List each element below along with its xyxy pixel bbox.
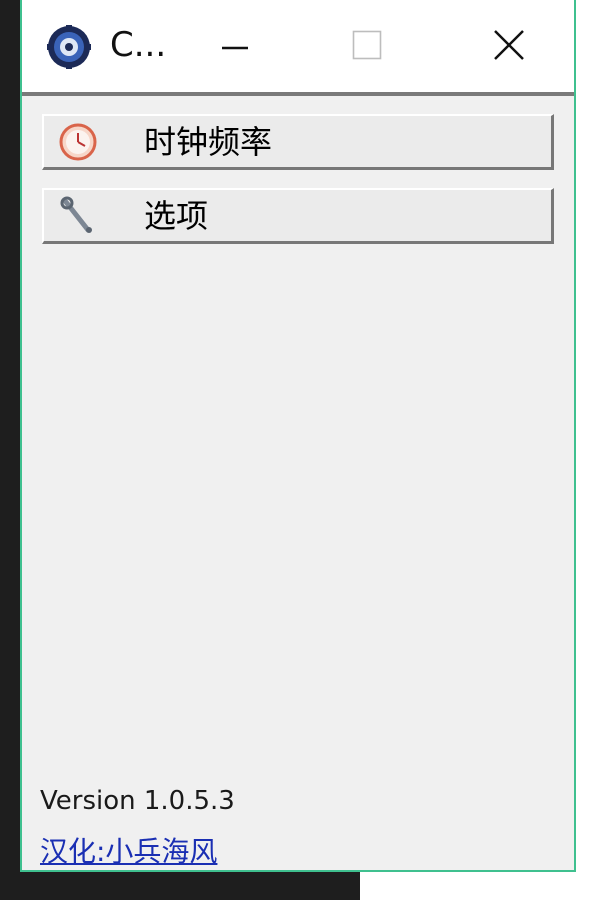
app-window: C... 时钟频率 选项 Version 1.0.5.3 汉化:小兵海风 xyxy=(20,0,576,872)
close-button[interactable] xyxy=(474,14,544,76)
app-logo-icon xyxy=(46,24,92,70)
desktop-background xyxy=(0,0,22,900)
maximize-icon xyxy=(352,30,382,60)
divider xyxy=(22,92,574,96)
clock-icon xyxy=(58,122,98,162)
credit-link[interactable]: 汉化:小兵海风 xyxy=(40,830,217,870)
minimize-icon xyxy=(222,46,248,50)
maximize-button[interactable] xyxy=(332,14,402,76)
options-label: 选项 xyxy=(144,196,209,235)
window-title: C... xyxy=(110,25,167,65)
minimize-button[interactable] xyxy=(200,14,270,76)
options-button[interactable]: 选项 xyxy=(42,188,554,244)
clock-frequency-button[interactable]: 时钟频率 xyxy=(42,114,554,170)
desktop-background-bottom xyxy=(0,872,360,900)
version-text: Version 1.0.5.3 xyxy=(40,786,235,816)
clock-frequency-label: 时钟频率 xyxy=(144,122,273,161)
title-bar[interactable]: C... xyxy=(22,0,574,92)
close-icon xyxy=(494,30,524,60)
wrench-icon xyxy=(58,196,98,236)
